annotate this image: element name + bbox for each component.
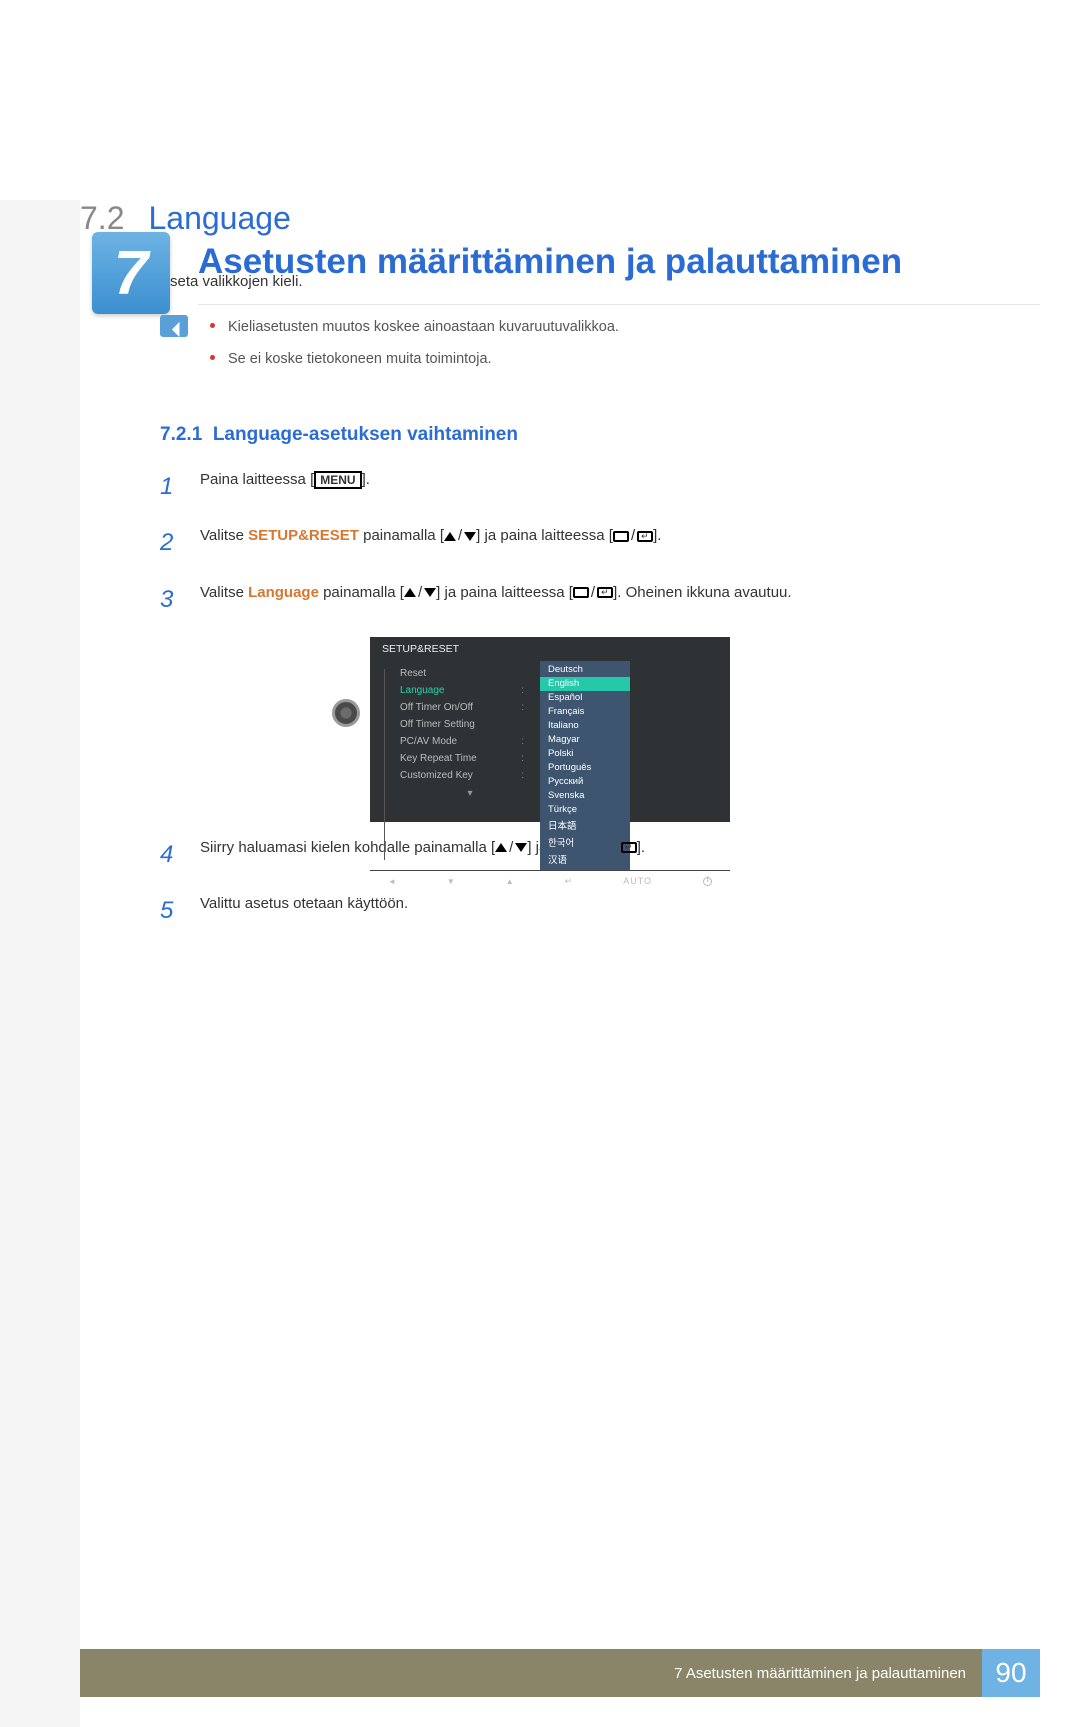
rect-icon [613,531,629,542]
step-text: Valitse SETUP&RESET painamalla [/] ja pa… [200,524,661,562]
step-1: 1 Paina laitteessa [MENU]. [160,468,1010,506]
power-icon[interactable] [703,877,712,886]
triangle-up-icon [444,532,456,541]
enter-icon [597,587,613,598]
gear-icon [332,699,360,727]
osd-item-language[interactable]: Language: [400,682,540,699]
page-number: 90 [982,1649,1040,1697]
osd-body: Reset Language: Off Timer On/Off: Off Ti… [370,661,730,870]
enter-icon-group: / [613,524,653,548]
lang-option[interactable]: Italiano [540,719,630,733]
note-pencil-icon [160,315,188,337]
enter-icon [621,842,637,853]
left-margin [0,200,80,1727]
menu-button-label: MENU [314,471,361,489]
lang-option-selected[interactable]: English [540,677,630,691]
step-number: 5 [160,892,180,930]
osd-item-off-timer-onoff[interactable]: Off Timer On/Off: [400,699,540,716]
lang-option[interactable]: 汉语 [540,851,630,868]
osd-bottom-bar: ◄ ▼ ▲ ↵ AUTO [370,870,730,892]
subsection-title: Language-asetuksen vaihtaminen [213,424,518,445]
osd-item-reset[interactable]: Reset [400,665,540,682]
chapter-badge: 7 [92,232,170,314]
lang-option[interactable]: Русский [540,775,630,789]
subsection-heading: 7.2.1 Language-asetuksen vaihtaminen [160,424,1080,446]
step-number: 2 [160,524,180,562]
lang-option[interactable]: Svenska [540,789,630,803]
osd-menu: SETUP&RESET Reset Language: Off Timer On… [370,637,730,822]
language-label: Language [248,584,319,601]
steps-list: 1 Paina laitteessa [MENU]. 2 Valitse SET… [160,468,1010,619]
osd-nav-up-icon[interactable]: ▲ [506,877,514,886]
note-item: Kieliasetusten muutos koskee ainoastaan … [210,315,619,340]
note-item: Se ei koske tietokoneen muita toimintoja… [210,347,619,372]
up-down-icon: / [444,524,476,548]
osd-auto-button[interactable]: AUTO [623,876,652,886]
osd-item-pcav-mode[interactable]: PC/AV Mode: [400,733,540,750]
triangle-down-icon [464,532,476,541]
footer-text: 7 Asetusten määrittäminen ja palauttamin… [674,1665,966,1682]
page: 7 Asetusten määrittäminen ja palauttamin… [0,200,1080,1727]
chapter-header: 7 Asetusten määrittäminen ja palauttamin… [80,218,1040,328]
lang-option[interactable]: Türkçe [540,803,630,817]
enter-icon-group: / [573,581,613,605]
lang-option[interactable]: Polski [540,747,630,761]
step-number: 4 [160,836,180,874]
chevron-down-icon: ▾ [400,788,540,799]
osd-language-list: Deutsch English Español Français Italian… [540,661,630,870]
lang-option[interactable]: Português [540,761,630,775]
osd-left-column: Reset Language: Off Timer On/Off: Off Ti… [370,661,540,870]
subsection-number: 7.2.1 [160,424,202,445]
enter-icon [637,531,653,542]
lang-option[interactable]: Español [540,691,630,705]
step-5: 5 Valittu asetus otetaan käyttöön. [160,892,1010,930]
lang-option[interactable]: Magyar [540,733,630,747]
step-number: 3 [160,581,180,619]
lang-option[interactable]: Deutsch [540,663,630,677]
note-list: Kieliasetusten muutos koskee ainoastaan … [210,315,619,380]
osd-nav-left-icon[interactable]: ◄ [388,877,396,886]
osd-item-customized-key[interactable]: Customized Key: [400,767,540,784]
lang-option[interactable]: 한국어 [540,834,630,851]
chapter-number: 7 [114,238,148,309]
step-2: 2 Valitse SETUP&RESET painamalla [/] ja … [160,524,1010,562]
osd-item-off-timer-setting[interactable]: Off Timer Setting [400,716,540,733]
osd-title: SETUP&RESET [370,637,730,661]
rect-icon [573,587,589,598]
lang-option[interactable]: Français [540,705,630,719]
up-down-icon: / [404,581,436,605]
chapter-title: Asetusten määrittäminen ja palauttaminen [198,242,1040,305]
osd-enter-icon[interactable]: ↵ [565,876,573,887]
lang-option[interactable]: 日本語 [540,817,630,834]
osd-nav-down-icon[interactable]: ▼ [447,877,455,886]
setup-reset-label: SETUP&RESET [248,527,359,544]
step-text: Paina laitteessa [MENU]. [200,468,370,506]
step-3: 3 Valitse Language painamalla [/] ja pai… [160,581,1010,619]
step-number: 1 [160,468,180,506]
osd-item-key-repeat[interactable]: Key Repeat Time: [400,750,540,767]
step-text: Valitse Language painamalla [/] ja paina… [200,581,792,619]
triangle-down-icon [424,588,436,597]
triangle-up-icon [404,588,416,597]
footer: 7 Asetusten määrittäminen ja palauttamin… [80,1649,1040,1697]
step-text: Valittu asetus otetaan käyttöön. [200,892,408,930]
